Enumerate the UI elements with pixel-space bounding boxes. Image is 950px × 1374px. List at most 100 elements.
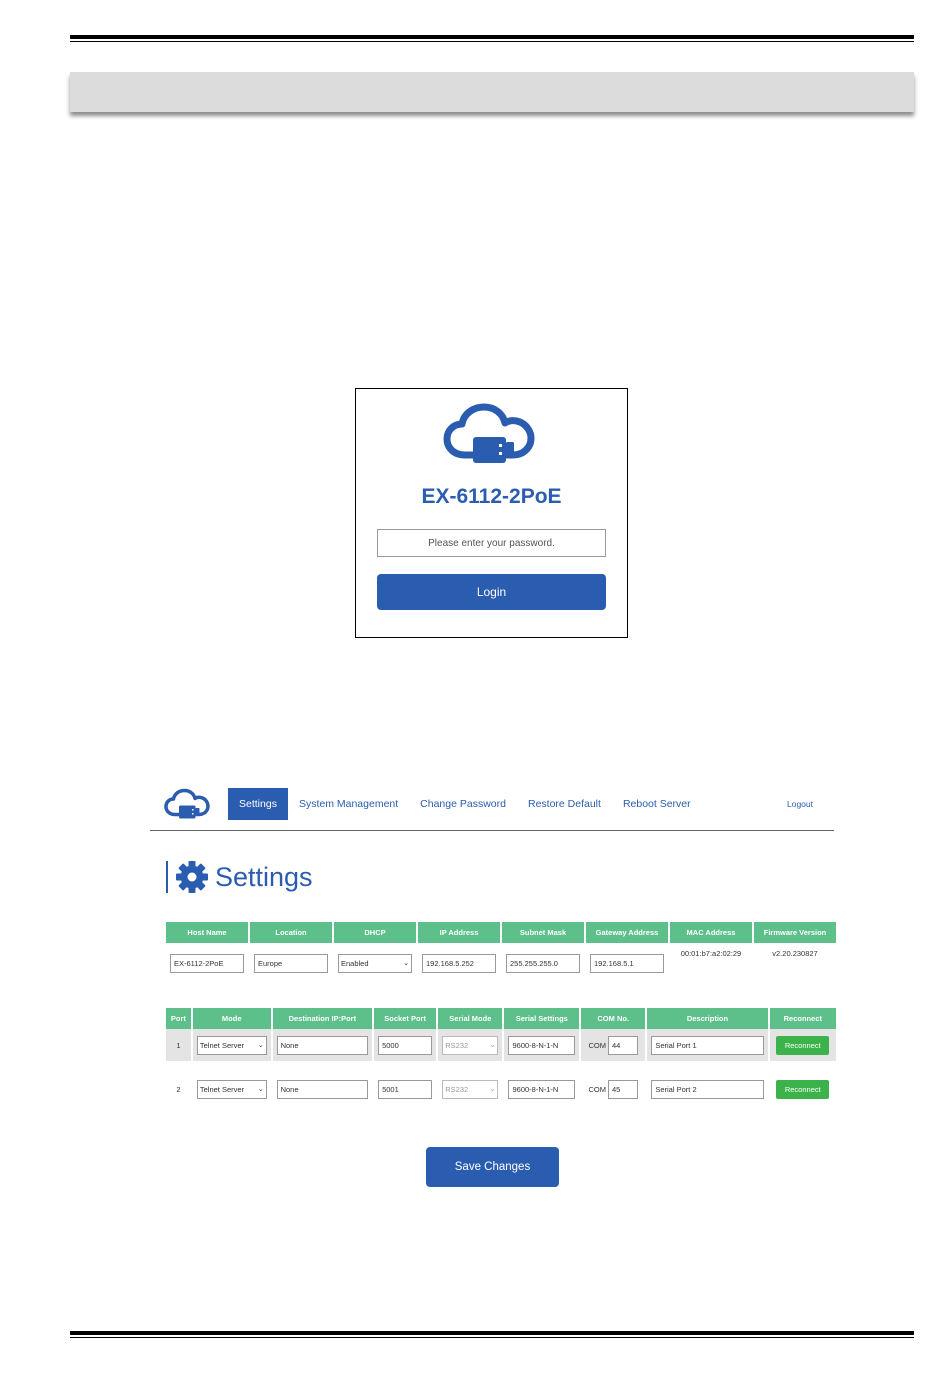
reconnect-cell: Reconnect <box>769 1073 836 1105</box>
header-com-no: COM No. <box>581 1008 646 1029</box>
serial-mode-select[interactable]: RS232 ⌄ <box>442 1035 499 1055</box>
settings-app: Settings System Management Change Passwo… <box>150 780 836 1200</box>
bottom-rule-thin <box>70 1337 914 1338</box>
main-nav: Settings System Management Change Passwo… <box>228 788 702 820</box>
com-group: COM <box>581 1079 645 1099</box>
mode-cell: Telnet Server ⌄ <box>192 1029 271 1061</box>
location-input[interactable] <box>254 953 328 973</box>
dhcp-select[interactable]: Enabled ⌄ <box>338 953 412 973</box>
mac-cell: 00:01:b7:a2:02:29 <box>670 943 752 983</box>
nav-settings[interactable]: Settings <box>228 788 288 820</box>
header-dhcp: DHCP <box>334 922 416 943</box>
com-prefix: COM <box>588 1084 606 1094</box>
header-socket-port: Socket Port <box>374 1008 437 1029</box>
title-accent-bar <box>166 861 168 893</box>
table-row: 2 Telnet Server ⌄ RS232 ⌄ COM <box>166 1073 836 1105</box>
login-button[interactable]: Login <box>377 574 606 610</box>
host-name-cell <box>166 943 248 983</box>
chevron-down-icon: ⌄ <box>257 1042 264 1049</box>
host-table-row: Enabled ⌄ 00:01:b7:a2:02:29 v2.20.230827 <box>166 943 836 983</box>
header-host-name: Host Name <box>166 922 248 943</box>
serial-mode-cell: RS232 ⌄ <box>438 1029 503 1061</box>
chevron-down-icon: ⌄ <box>403 960 409 967</box>
gateway-input[interactable] <box>590 953 664 973</box>
destination-cell <box>272 1029 373 1061</box>
nav-system-management[interactable]: System Management <box>288 788 409 820</box>
socket-port-cell <box>374 1073 437 1105</box>
serial-mode-select[interactable]: RS232 ⌄ <box>442 1079 499 1099</box>
page-title-block: Settings <box>166 860 313 894</box>
serial-settings-input[interactable] <box>508 1079 576 1099</box>
mode-value: Telnet Server <box>199 1040 245 1050</box>
port-number: 2 <box>166 1073 191 1105</box>
header-mac-address: MAC Address <box>670 922 752 943</box>
host-name-input[interactable] <box>170 953 244 973</box>
table-row: 1 Telnet Server ⌄ RS232 ⌄ COM <box>166 1029 836 1061</box>
socket-port-input[interactable] <box>378 1035 433 1055</box>
page-title: Settings <box>215 861 313 892</box>
login-card: EX-6112-2PoE Login <box>355 388 628 638</box>
nav-change-password[interactable]: Change Password <box>409 788 517 820</box>
ip-address-input[interactable] <box>422 953 496 973</box>
serial-mode-cell: RS232 ⌄ <box>438 1073 503 1105</box>
cloud-usb-logo-icon <box>164 788 210 819</box>
serial-mode-value: RS232 <box>445 1084 469 1094</box>
socket-port-input[interactable] <box>378 1079 433 1099</box>
com-group: COM <box>581 1035 645 1055</box>
serial-settings-cell <box>504 1029 580 1061</box>
nav-reboot-server[interactable]: Reboot Server <box>612 788 702 820</box>
header-serial-mode: Serial Mode <box>438 1008 503 1029</box>
mac-address-value: 00:01:b7:a2:02:29 <box>680 949 742 958</box>
mode-select[interactable]: Telnet Server ⌄ <box>196 1079 267 1099</box>
save-changes-button[interactable]: Save Changes <box>426 1147 559 1187</box>
top-rule-thin <box>70 41 914 42</box>
description-input[interactable] <box>651 1079 764 1099</box>
reconnect-button[interactable]: Reconnect <box>776 1035 830 1055</box>
header-location: Location <box>250 922 332 943</box>
subnet-cell <box>502 943 584 983</box>
firmware-cell: v2.20.230827 <box>754 943 836 983</box>
header-mode: Mode <box>192 1008 271 1029</box>
gear-icon <box>176 861 208 893</box>
logout-link[interactable]: Logout <box>787 788 813 820</box>
header-description: Description <box>647 1008 768 1029</box>
chevron-down-icon: ⌄ <box>489 1086 496 1093</box>
header-gateway-address: Gateway Address <box>586 922 668 943</box>
section-banner <box>70 72 914 112</box>
header-port: Port <box>166 1008 191 1029</box>
destination-input[interactable] <box>276 1035 369 1055</box>
nav-restore-default[interactable]: Restore Default <box>517 788 612 820</box>
device-name-title: EX-6112-2PoE <box>421 485 562 508</box>
header-ip-address: IP Address <box>418 922 500 943</box>
location-cell <box>250 943 332 983</box>
destination-cell <box>272 1073 373 1105</box>
destination-input[interactable] <box>276 1079 369 1099</box>
description-input[interactable] <box>651 1035 764 1055</box>
description-cell <box>647 1073 768 1105</box>
serial-port-table: Port Mode Destination IP:Port Socket Por… <box>164 1008 838 1105</box>
port-table-header-row: Port Mode Destination IP:Port Socket Por… <box>166 1008 836 1029</box>
mode-select[interactable]: Telnet Server ⌄ <box>196 1035 267 1055</box>
row-spacer <box>166 1061 836 1073</box>
com-prefix: COM <box>588 1040 606 1050</box>
com-no-input[interactable] <box>607 1035 638 1055</box>
password-input[interactable] <box>377 529 606 557</box>
header-subnet-mask: Subnet Mask <box>502 922 584 943</box>
reconnect-cell: Reconnect <box>769 1029 836 1061</box>
description-cell <box>647 1029 768 1061</box>
chevron-down-icon: ⌄ <box>489 1042 496 1049</box>
mode-cell: Telnet Server ⌄ <box>192 1073 271 1105</box>
chevron-down-icon: ⌄ <box>257 1086 264 1093</box>
dhcp-value: Enabled <box>341 958 369 968</box>
reconnect-button[interactable]: Reconnect <box>776 1079 830 1099</box>
com-no-input[interactable] <box>607 1079 638 1099</box>
bottom-rule-thick <box>70 1331 914 1335</box>
cloud-usb-icon <box>443 403 535 463</box>
port-number: 1 <box>166 1029 191 1061</box>
serial-settings-input[interactable] <box>508 1035 576 1055</box>
firmware-version-value: v2.20.230827 <box>772 949 818 958</box>
dhcp-cell: Enabled ⌄ <box>334 943 416 983</box>
subnet-mask-input[interactable] <box>506 953 580 973</box>
ip-cell <box>418 943 500 983</box>
socket-port-cell <box>374 1029 437 1061</box>
